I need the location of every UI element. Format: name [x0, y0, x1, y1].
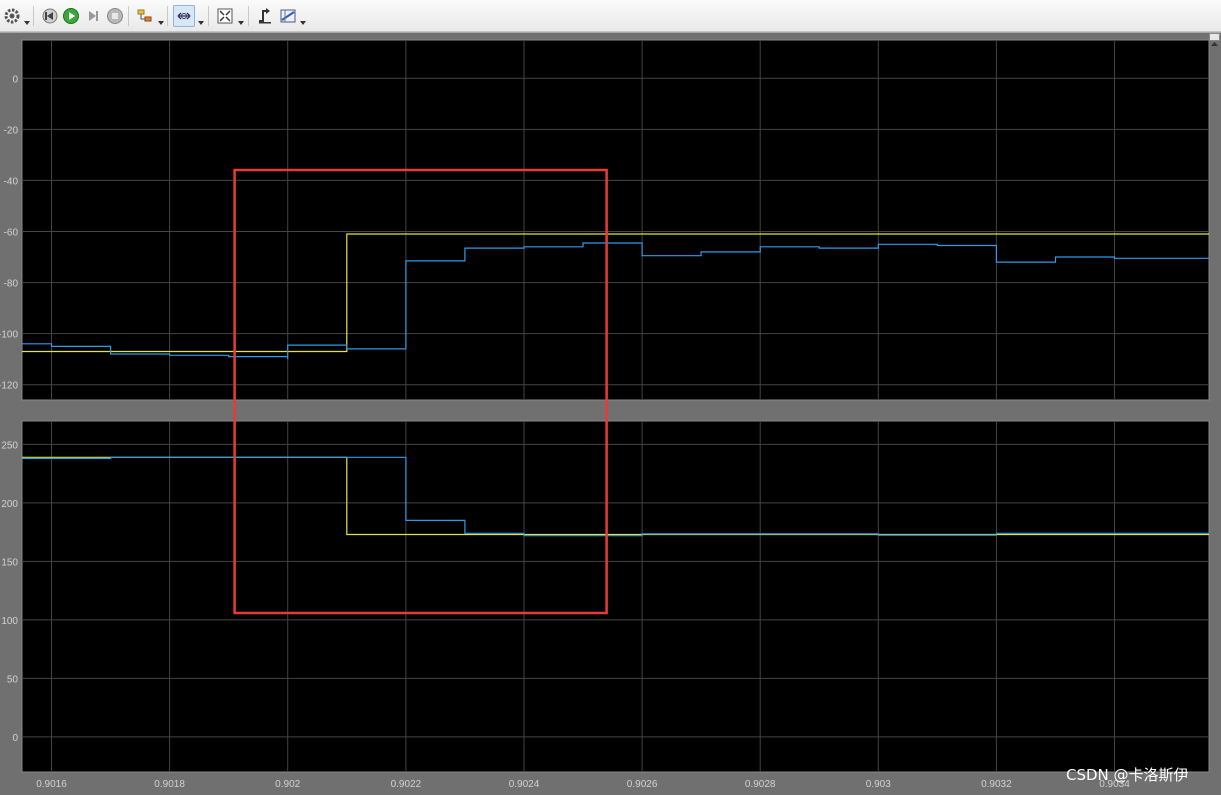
- y-tick-label: 0: [12, 74, 18, 85]
- cursor-measurements-icon[interactable]: [277, 5, 299, 27]
- x-tick-label: 0.9018: [154, 779, 185, 790]
- y-tick-label: -40: [4, 176, 19, 187]
- x-tick-label: 0.9032: [981, 779, 1012, 790]
- triggers-icon[interactable]: [254, 5, 276, 27]
- y-tick-label: 100: [1, 616, 18, 627]
- y-tick-label: 250: [1, 440, 18, 451]
- toolbar-separator: [33, 6, 34, 26]
- chevron-down-icon[interactable]: [24, 13, 30, 25]
- x-tick-label: 0.9022: [391, 779, 422, 790]
- step-forward-icon[interactable]: [82, 5, 104, 27]
- zoom-x-icon[interactable]: [173, 5, 195, 27]
- gear-icon[interactable]: [1, 5, 23, 27]
- chevron-down-icon[interactable]: [158, 13, 164, 25]
- y-tick-label: 200: [1, 499, 18, 510]
- toolbar-separator: [128, 6, 129, 26]
- y-tick-label: -60: [4, 228, 19, 239]
- toolbar-separator: [167, 6, 168, 26]
- y-tick-label: -120: [0, 381, 18, 392]
- y-tick-label: 0: [12, 733, 18, 744]
- toolbar-separator: [208, 6, 209, 26]
- chevron-down-icon[interactable]: [238, 13, 244, 25]
- highlight-block-icon[interactable]: [134, 5, 156, 27]
- scope-plots: 0 -20 -40 -60 -80 -100 -120 250 200 150 100 50 0 0.90…: [0, 39, 1210, 790]
- x-tick-label: 0.9026: [627, 779, 658, 790]
- x-tick-label: 0.9016: [36, 779, 67, 790]
- collapse-icon[interactable]: [1209, 33, 1220, 46]
- y-tick-label: 50: [7, 674, 19, 685]
- axes-2-background: [21, 420, 1210, 773]
- y-tick-label: -80: [4, 279, 19, 290]
- x-tick-label: 0.9024: [509, 779, 540, 790]
- run-icon[interactable]: [60, 5, 82, 27]
- watermark: CSDN @卡洛斯伊: [1066, 766, 1189, 784]
- axes-1-background: [21, 39, 1210, 401]
- scope-toolbar: [0, 0, 1221, 32]
- toolbar-separator: [248, 6, 249, 26]
- chevron-down-icon[interactable]: [300, 13, 306, 25]
- chevron-down-icon[interactable]: [198, 13, 204, 25]
- y-tick-label: -100: [0, 330, 18, 341]
- step-back-icon[interactable]: [39, 5, 61, 27]
- y-tick-label: -20: [4, 125, 19, 136]
- x-tick-label: 0.9028: [745, 779, 776, 790]
- y-tick-label: 150: [1, 557, 18, 568]
- stop-icon[interactable]: [104, 5, 126, 27]
- scope-display: 0 -20 -40 -60 -80 -100 -120 250 200 150 100 50 0 0.90…: [0, 33, 1221, 795]
- x-tick-label: 0.902: [275, 779, 300, 790]
- autoscale-icon[interactable]: [214, 5, 236, 27]
- x-tick-label: 0.903: [866, 779, 891, 790]
